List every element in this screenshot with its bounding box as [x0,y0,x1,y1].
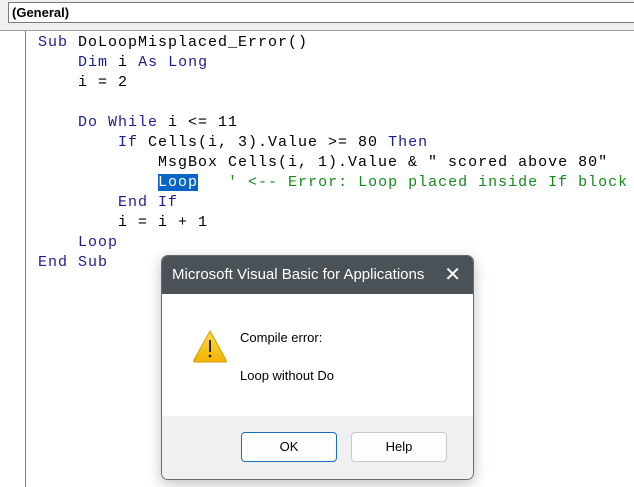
dialog-title: Microsoft Visual Basic for Applications [172,266,425,283]
code-line[interactable]: Do While i <= 11 [38,113,628,133]
code-line[interactable]: If Cells(i, 3).Value >= 80 Then [38,133,628,153]
code-token: Cells(i, 3).Value >= 80 [138,134,389,151]
procedure-combo[interactable]: (General) [8,2,634,23]
code-token: MsgBox Cells(i, 1).Value & " scored abov… [38,154,609,171]
code-token: Then [388,134,429,151]
code-token: If [38,134,139,151]
code-token: End Sub [38,254,109,271]
code-token: End If [38,194,179,211]
code-line[interactable]: Sub DoLoopMisplaced_Error() [38,33,628,53]
compile-error-dialog: Microsoft Visual Basic for Applications … [161,255,474,480]
code-editor[interactable]: Sub DoLoopMisplaced_Error() Dim i As Lon… [38,33,628,273]
code-token: Dim i As Long [78,54,209,71]
code-line[interactable] [38,93,628,113]
close-icon[interactable]: ✕ [444,256,461,294]
code-line[interactable]: i = 2 [38,73,628,93]
code-line[interactable]: End If [38,193,628,213]
code-token: DoLoopMisplaced_Error() [78,34,309,51]
code-line[interactable]: MsgBox Cells(i, 1).Value & " scored abov… [38,153,628,173]
warning-icon [193,329,227,363]
code-line[interactable]: Dim i As Long [38,53,628,73]
code-line[interactable]: Loop [38,233,628,253]
code-token: Loop [38,234,119,251]
code-line[interactable]: Loop ' <-- Error: Loop placed inside If … [38,173,628,193]
code-token: i = 2 [38,74,129,91]
error-message: Loop without Do [240,368,334,383]
error-heading: Compile error: [240,330,323,345]
selected-code-token: Loop [158,174,199,191]
help-button[interactable]: Help [351,432,447,462]
code-token: Sub [38,34,79,51]
code-line[interactable]: i = i + 1 [38,213,628,233]
ok-button[interactable]: OK [241,432,337,462]
code-token: Do While [38,114,159,131]
toolbar: (General) [0,0,634,31]
code-comment: ' <-- Error: Loop placed inside If block [198,174,629,191]
code-token: i <= 11 [158,114,239,131]
margin-indicator-bar[interactable] [0,31,26,487]
code-token: i = i + 1 [38,214,209,231]
dialog-titlebar: Microsoft Visual Basic for Applications … [162,256,473,294]
